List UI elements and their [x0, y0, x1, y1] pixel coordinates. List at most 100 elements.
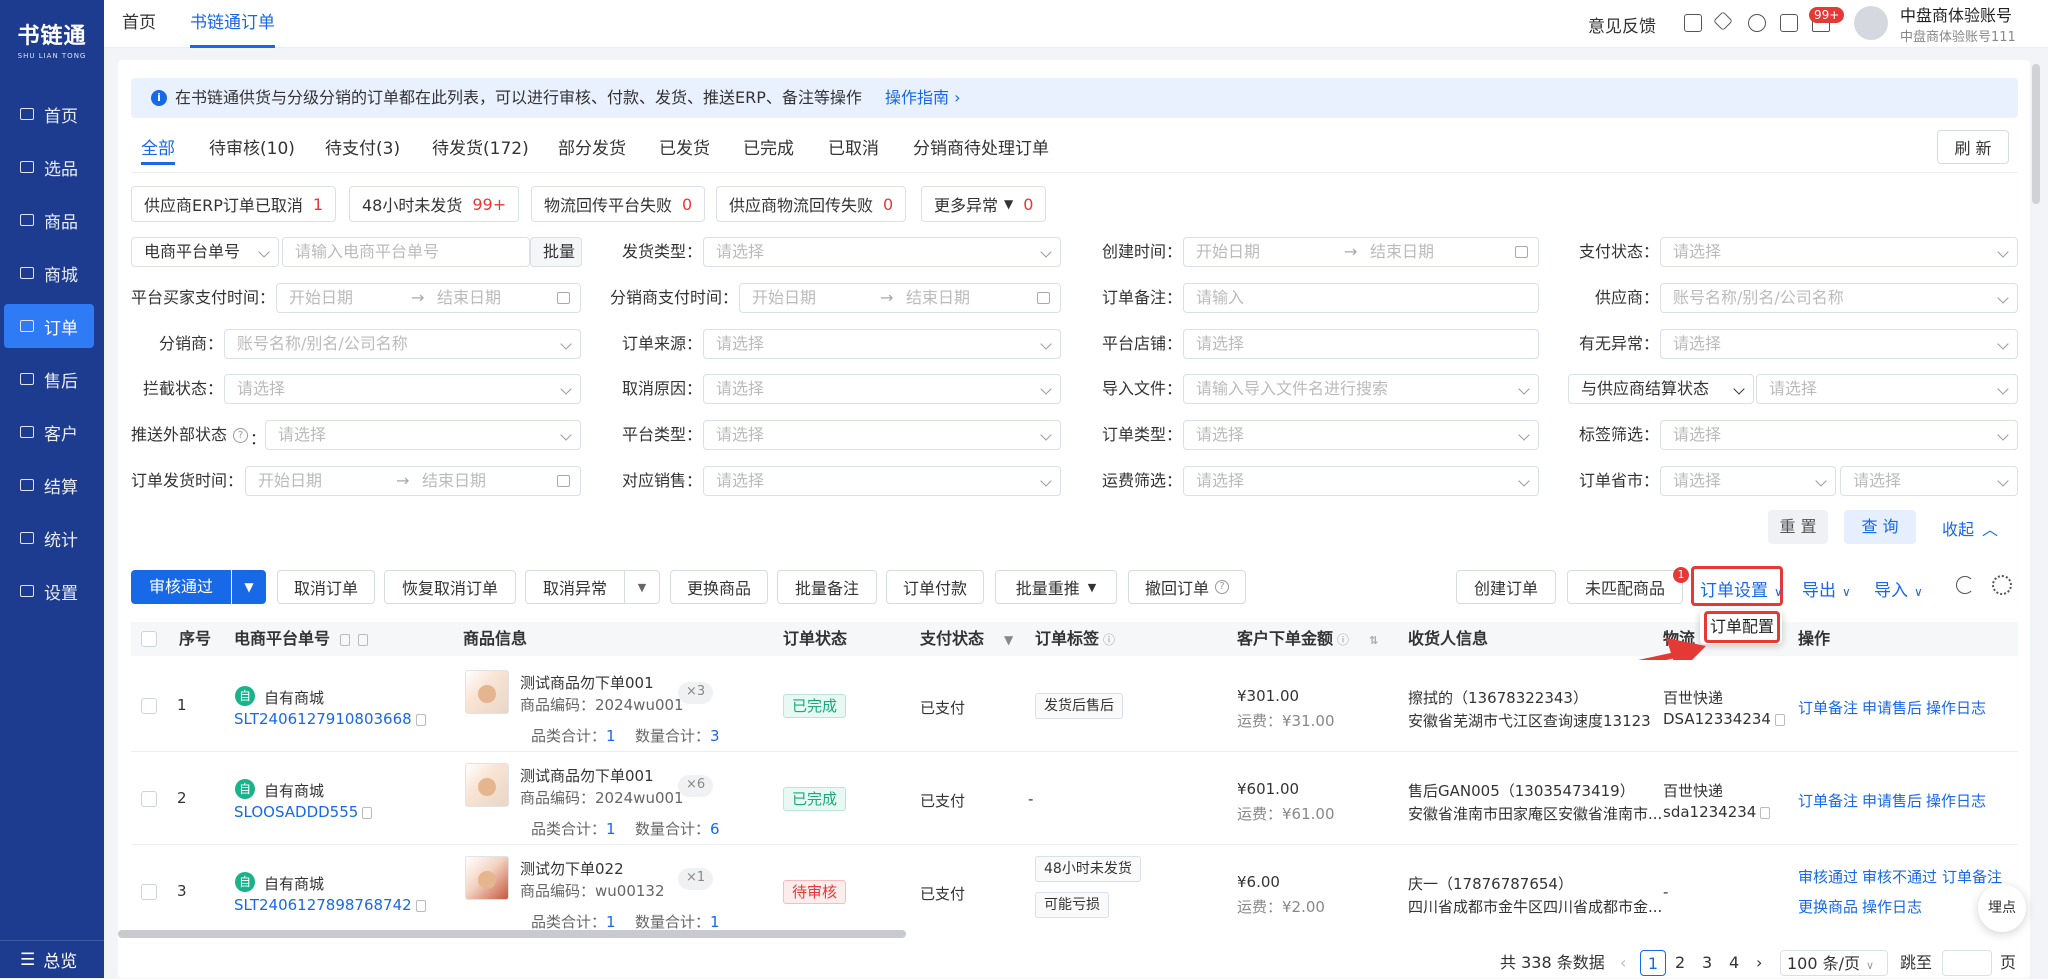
remark-link[interactable]: 订单备注: [1798, 697, 1858, 718]
ship-type-select[interactable]: 请选择: [703, 237, 1061, 267]
create-time-range[interactable]: 开始日期 → 结束日期: [1183, 237, 1539, 267]
import-file-select[interactable]: 请输入导入文件名进行搜索: [1183, 374, 1539, 404]
vertical-scrollbar[interactable]: [2032, 64, 2040, 204]
sidebar-item-selection[interactable]: 选品: [4, 145, 94, 189]
help-icon[interactable]: ⓘ: [1337, 633, 1349, 647]
copy-icon[interactable]: [415, 713, 426, 726]
sidebar-item-home[interactable]: 首页: [4, 92, 94, 136]
tab-shipped[interactable]: 已发货: [659, 134, 710, 159]
approve-link[interactable]: 审核通过: [1798, 866, 1858, 887]
dist-pay-time-range[interactable]: 开始日期 → 结束日期: [739, 283, 1061, 313]
export-button[interactable]: 导出 ∨: [1802, 576, 1851, 601]
platform-shop-select[interactable]: 请选择: [1183, 329, 1539, 359]
tab-pending-payment[interactable]: 待支付(3): [325, 134, 400, 159]
import-button[interactable]: 导入 ∨: [1874, 576, 1923, 601]
ship-time-range[interactable]: 开始日期 → 结束日期: [245, 466, 581, 496]
chip-supplier-logistics-fail[interactable]: 供应商物流回传失败 0: [716, 186, 907, 222]
tab-completed[interactable]: 已完成: [743, 134, 794, 159]
create-order-button[interactable]: 创建订单: [1456, 570, 1556, 604]
supplier-select[interactable]: 账号名称/别名/公司名称: [1660, 283, 2018, 313]
refresh-button[interactable]: 刷 新: [1937, 130, 2009, 164]
freight-select[interactable]: 请选择: [1183, 466, 1539, 496]
recall-order-button[interactable]: 撤回订单?: [1128, 570, 1246, 604]
calculator-icon[interactable]: [1780, 14, 1798, 32]
copy-icon[interactable]: [362, 806, 373, 819]
replace-product-button[interactable]: 更换商品: [670, 570, 768, 604]
platform-type-select[interactable]: 请选择: [703, 420, 1061, 450]
buyer-pay-time-range[interactable]: 开始日期 → 结束日期: [276, 283, 581, 313]
next-page-button[interactable]: ›: [1756, 950, 1762, 976]
city-select[interactable]: 请选择: [1840, 466, 2018, 496]
copy-icon[interactable]: [415, 899, 426, 912]
select-all-checkbox[interactable]: [141, 631, 157, 647]
copy-icon[interactable]: [1774, 713, 1785, 726]
chip-more-anomalies[interactable]: 更多异常 ▼ 0: [921, 186, 1047, 222]
order-pay-button[interactable]: 订单付款: [886, 570, 984, 604]
tracking-float-button[interactable]: 埋点: [1978, 884, 2026, 932]
ecom-no-input[interactable]: 请输入电商平台单号: [282, 237, 530, 267]
query-button[interactable]: 查 询: [1844, 510, 1916, 544]
tracking-number[interactable]: sda1234234: [1663, 803, 1771, 821]
distributor-select[interactable]: 账号名称/别名/公司名称: [224, 329, 581, 359]
diamond-icon[interactable]: [1713, 11, 1733, 31]
table-row[interactable]: 2 自 自有商城 SLOOSADDD555 测试商品勿下单001 商品编码：20…: [131, 753, 2018, 845]
sales-select[interactable]: 请选择: [703, 466, 1061, 496]
sidebar-item-orders[interactable]: 订单: [4, 304, 94, 348]
page-4[interactable]: 4: [1729, 950, 1739, 976]
cancel-anomaly-dropdown[interactable]: ▼: [624, 570, 660, 604]
account-name[interactable]: 中盘商体验账号: [1900, 2, 2012, 26]
sidebar-item-aftersale[interactable]: 售后: [4, 357, 94, 401]
row-checkbox[interactable]: [141, 698, 157, 714]
chip-48h-unshipped[interactable]: 48小时未发货 99+: [349, 186, 520, 222]
tag-filter-select[interactable]: 请选择: [1660, 420, 2018, 450]
sidebar-item-settings[interactable]: 设置: [4, 569, 94, 613]
chip-erp-cancelled[interactable]: 供应商ERP订单已取消 1: [131, 186, 337, 222]
restore-order-button[interactable]: 恢复取消订单: [384, 570, 516, 604]
province-select[interactable]: 请选择: [1660, 466, 1836, 496]
product-thumbnail[interactable]: [465, 856, 509, 900]
gear-icon[interactable]: [1992, 575, 2012, 595]
table-row[interactable]: 3 自 自有商城 SLT2406127898768742 测试勿下单022 商品…: [131, 846, 2018, 931]
order-settings-button[interactable]: 订单设置 ∨: [1700, 576, 1783, 601]
settle-status-select[interactable]: 请选择: [1756, 374, 2018, 404]
tracking-number[interactable]: DSA12334234: [1663, 710, 1785, 728]
has-anomaly-select[interactable]: 请选择: [1660, 329, 2018, 359]
batch-remark-button[interactable]: 批量备注: [777, 570, 877, 604]
headset-icon[interactable]: [1748, 14, 1766, 32]
jump-input[interactable]: [1942, 950, 1992, 976]
table-row[interactable]: 1 自 自有商城 SLT2406127910803668 测试商品勿下单001 …: [131, 660, 2018, 752]
filter-icon[interactable]: ▼: [1004, 633, 1013, 647]
approve-dropdown-button[interactable]: ▼: [232, 570, 266, 604]
reload-icon[interactable]: [1956, 576, 1974, 594]
upload-icon[interactable]: [1684, 14, 1702, 32]
help-icon[interactable]: ⓘ: [1103, 633, 1115, 647]
unmatched-products-button[interactable]: 未匹配商品: [1567, 570, 1683, 604]
tab-partial-ship[interactable]: 部分发货: [558, 134, 626, 159]
remark-link[interactable]: 订单备注: [1798, 790, 1858, 811]
batch-push-button[interactable]: 批量重推 ▼: [995, 570, 1117, 604]
sidebar-item-products[interactable]: 商品: [4, 198, 94, 242]
order-source-select[interactable]: 请选择: [703, 329, 1061, 359]
order-number[interactable]: SLT2406127898768742: [234, 896, 426, 914]
chip-logistics-fail[interactable]: 物流回传平台失败 0: [531, 186, 706, 222]
collapse-toggle[interactable]: 收起 ︿: [1942, 516, 1998, 540]
sidebar-item-stats[interactable]: 统计: [4, 516, 94, 560]
sidebar-item-mall[interactable]: 商城: [4, 251, 94, 295]
remark-link[interactable]: 订单备注: [1942, 866, 2002, 887]
log-link[interactable]: 操作日志: [1926, 790, 1986, 811]
row-checkbox[interactable]: [141, 884, 157, 900]
intercept-select[interactable]: 请选择: [224, 374, 581, 404]
page-1[interactable]: 1: [1640, 950, 1666, 976]
sidebar-item-settlement[interactable]: 结算: [4, 463, 94, 507]
tab-pending-review[interactable]: 待审核(10): [209, 134, 295, 159]
log-link[interactable]: 操作日志: [1862, 896, 1922, 917]
product-thumbnail[interactable]: [465, 763, 509, 807]
copy-icon[interactable]: [1760, 806, 1771, 819]
ecom-no-select[interactable]: 电商平台单号: [131, 237, 279, 267]
tab-home[interactable]: 首页: [122, 0, 156, 48]
cancel-reason-select[interactable]: 请选择: [703, 374, 1061, 404]
row-checkbox[interactable]: [141, 791, 157, 807]
cancel-order-button[interactable]: 取消订单: [277, 570, 375, 604]
sidebar-item-customers[interactable]: 客户: [4, 410, 94, 454]
approve-button[interactable]: 审核通过: [131, 570, 231, 604]
